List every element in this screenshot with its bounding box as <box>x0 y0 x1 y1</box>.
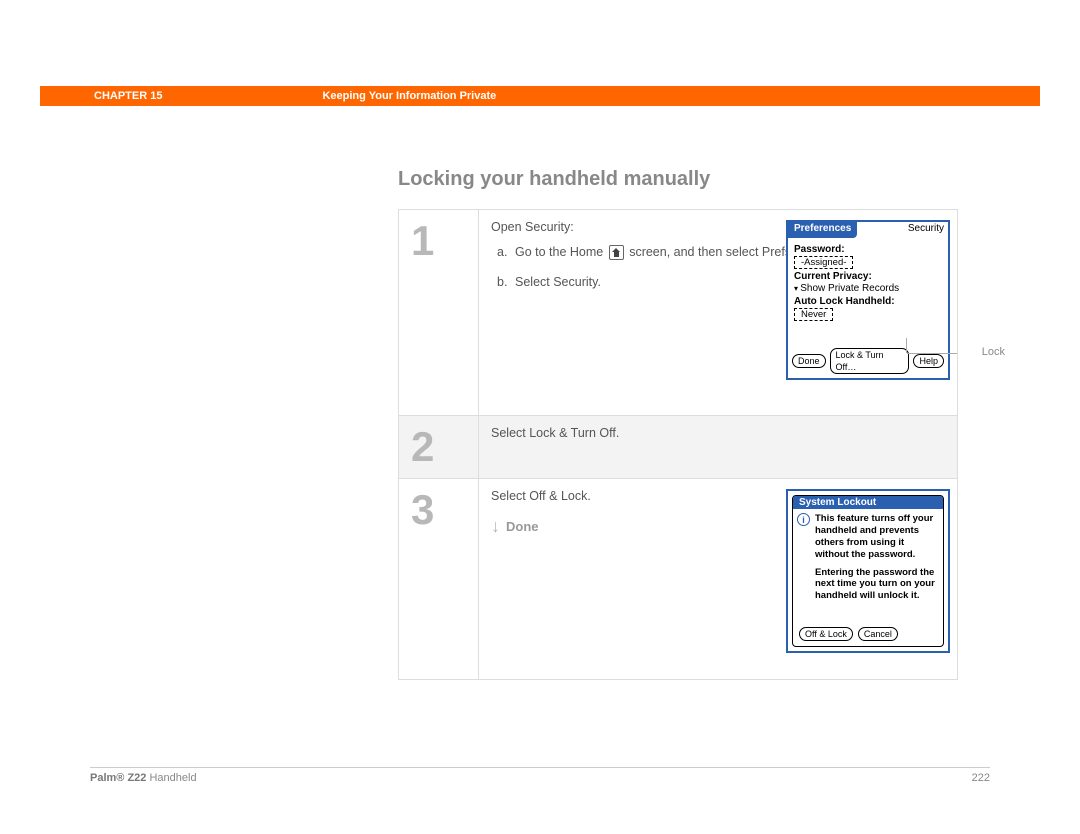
palm-category: Security <box>904 222 948 238</box>
password-field: -Assigned- <box>794 256 853 269</box>
palm-preferences-screenshot: Preferences Security Password: -Assigned… <box>786 220 950 380</box>
step-row-3: 3 Select Off & Lock. ↓ Done System Locko… <box>399 479 958 680</box>
chapter-title: Keeping Your Information Private <box>322 90 496 102</box>
step-row-1: 1 Open Security: a. Go to the Home scree… <box>399 210 958 416</box>
chapter-header-bar: CHAPTER 15 Keeping Your Information Priv… <box>40 86 1040 106</box>
off-lock-button: Off & Lock <box>799 627 853 641</box>
substep-letter: a. <box>497 244 515 262</box>
privacy-label: Current Privacy: <box>794 271 942 282</box>
substep-letter: b. <box>497 274 515 292</box>
palm-help-button: Help <box>913 354 944 368</box>
page-heading: Locking your handheld manually <box>398 168 990 191</box>
cancel-button: Cancel <box>858 627 898 641</box>
privacy-dropdown: Show Private Records <box>794 283 942 294</box>
step-row-2: 2 Select Lock & Turn Off. <box>399 416 958 479</box>
palm-lockout-screenshot: System Lockout i This feature turns off … <box>786 489 950 653</box>
chapter-label: CHAPTER 15 <box>94 90 162 102</box>
main-content: Locking your handheld manually 1 Open Se… <box>398 168 990 680</box>
lock-callout: Lock <box>982 346 1005 358</box>
done-arrow-icon: ↓ <box>491 517 500 535</box>
step2-text: Select Lock & Turn Off. <box>491 426 945 440</box>
autolock-field: Never <box>794 308 833 321</box>
done-label: Done <box>506 519 539 534</box>
page-footer: Palm® Z22 Handheld 222 <box>90 767 990 784</box>
home-icon <box>609 245 624 260</box>
dialog-title: System Lockout <box>793 496 943 509</box>
info-icon: i <box>797 513 810 526</box>
dialog-para1: This feature turns off your handheld and… <box>815 513 937 561</box>
step-number: 1 <box>411 220 466 262</box>
step-number: 2 <box>411 426 466 468</box>
step-number: 3 <box>411 489 466 531</box>
steps-table: 1 Open Security: a. Go to the Home scree… <box>398 209 958 680</box>
palm-lockoff-button: Lock & Turn Off… <box>830 348 910 374</box>
palm-done-button: Done <box>792 354 826 368</box>
callout-line <box>907 353 957 354</box>
autolock-label: Auto Lock Handheld: <box>794 296 942 307</box>
footer-brand: Palm® Z22 Handheld <box>90 772 197 784</box>
password-label: Password: <box>794 244 942 255</box>
palm-tab-preferences: Preferences <box>788 222 857 238</box>
page-number: 222 <box>972 772 990 784</box>
dialog-para2: Entering the password the next time you … <box>815 567 937 603</box>
